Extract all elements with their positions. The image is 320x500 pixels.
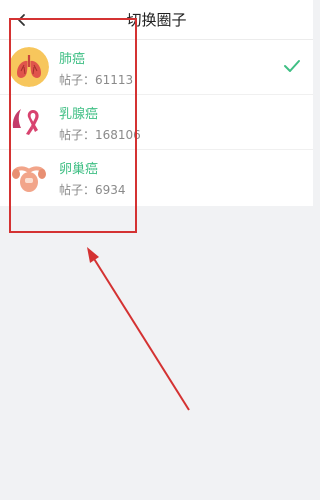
- circle-list: 肺癌 帖子：61113 乳腺癌 帖子：168106 卵巢癌 帖子：6934: [0, 40, 313, 206]
- checkmark-icon: [284, 60, 300, 72]
- circle-name: 肺癌: [59, 52, 86, 67]
- circle-name: 卵巢癌: [59, 162, 99, 177]
- circle-item-lung-cancer[interactable]: 肺癌 帖子：61113: [0, 40, 313, 95]
- circle-post-count: 帖子：168106: [59, 128, 141, 142]
- header-bar: 切换圈子: [0, 0, 313, 40]
- circle-name: 乳腺癌: [59, 107, 99, 122]
- circle-item-breast-cancer[interactable]: 乳腺癌 帖子：168106: [0, 95, 313, 150]
- circle-item-ovarian-cancer[interactable]: 卵巢癌 帖子：6934: [0, 150, 313, 206]
- circle-post-count: 帖子：61113: [59, 73, 134, 87]
- ovary-icon: [9, 157, 49, 197]
- circle-post-count: 帖子：6934: [59, 183, 126, 197]
- page-title: 切换圈子: [126, 11, 187, 29]
- lungs-icon: [9, 47, 49, 87]
- pink-ribbon-icon: [9, 102, 49, 142]
